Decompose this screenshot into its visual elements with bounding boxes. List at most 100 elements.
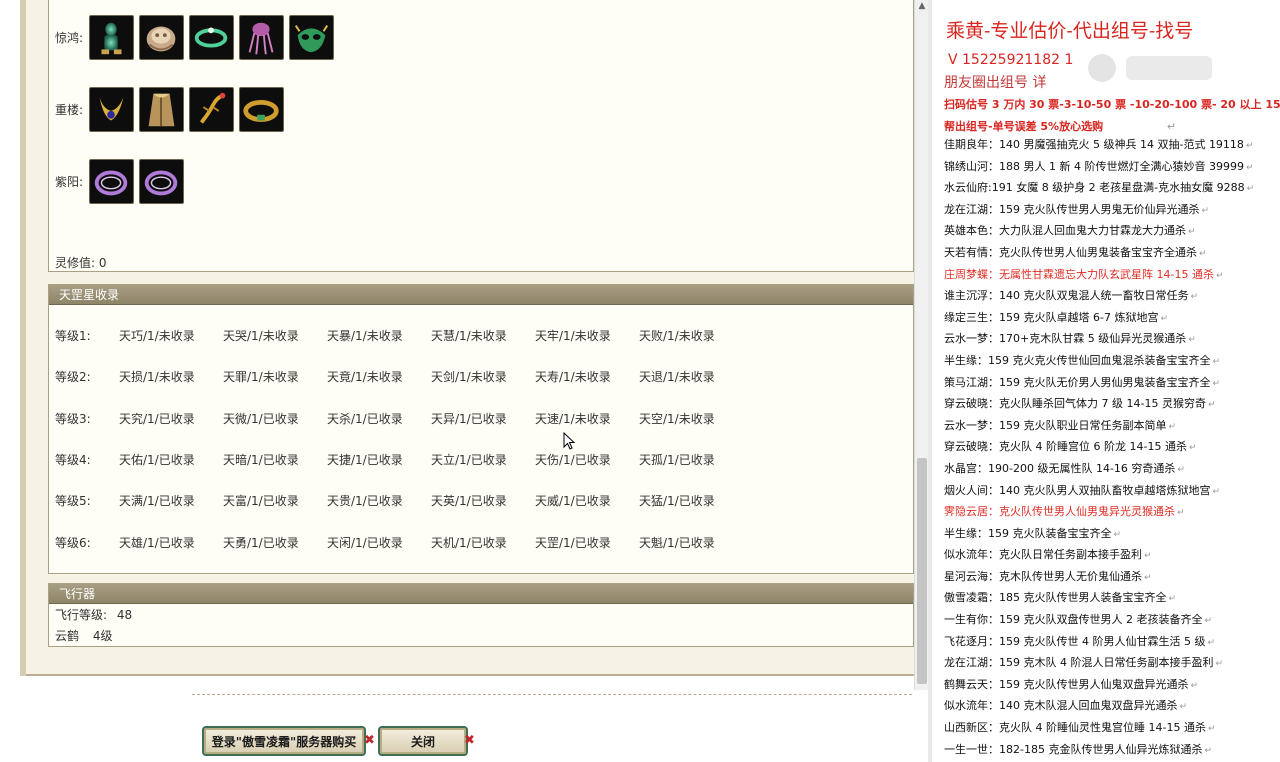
return-mark: ↵ xyxy=(1166,120,1177,133)
scroll-up-icon[interactable]: ▲ xyxy=(915,0,929,12)
account-list: 佳期良年：140 男魔强抽克火 5 级神兵 14 双抽-范式 19118 ↵ 锦绣山… xyxy=(944,134,1254,760)
tiangang-star-cell: 天罪/1/未收录 xyxy=(223,369,299,384)
list-item-text: 龙在江湖：159 克火队传世男人男鬼无价仙异光通杀 xyxy=(944,202,1200,216)
return-mark: ↵ xyxy=(1190,292,1199,303)
return-mark: ↵ xyxy=(1168,594,1177,605)
list-item-text: 鹤舞云天：159 克火队传世男人仙鬼双盘异光通杀 xyxy=(944,677,1189,691)
golden-hat-icon[interactable] xyxy=(139,14,184,60)
list-item: 半生缘：159 克火克火传世仙回血鬼混杀装备宝宝齐全 ↵ xyxy=(944,350,1254,372)
tiangang-star-cell: 天贵/1/已收录 xyxy=(327,493,403,508)
return-mark: ↵ xyxy=(1179,702,1188,713)
buy-button[interactable]: 登录"傲雪凌霜"服务器购买 xyxy=(202,726,366,756)
help-text: 帮出组号-单号误差 5%放心选购 xyxy=(944,120,1104,133)
flight-level-value: 48 xyxy=(116,608,133,622)
return-mark: ↵ xyxy=(1113,529,1122,540)
tiangang-star-cell: 天勇/1/已收录 xyxy=(223,535,299,550)
list-item-text: 山西新区：克火队 4 阶睡仙灵性鬼宫位睡 14-15 通杀 xyxy=(944,721,1206,735)
item-row-label: 重楼: xyxy=(55,102,84,117)
tiangang-row: 等级5: 天满/1/已收录 天富/1/已收录 天贵/1/已收录 天英/1/已收录 天威/1… xyxy=(55,490,743,510)
list-item: 穿云破晓：克火队 4 阶睡宫位 6 阶龙 14-15 通杀 ↵ xyxy=(944,436,1254,458)
tiangang-star-cell: 天哭/1/未收录 xyxy=(223,328,299,343)
close-button[interactable]: 关闭 xyxy=(378,726,468,756)
tiangang-level-label: 等级3: xyxy=(55,411,91,426)
tiangang-star-cell: 天微/1/已收录 xyxy=(223,411,299,426)
return-mark: ↵ xyxy=(1246,184,1255,195)
crane-value: 4级 xyxy=(92,629,113,643)
jade-figure-icon[interactable] xyxy=(89,14,134,60)
list-item: 飞花逐月：159 克火队传世 4 阶男人仙甘霖生活 5 级 ↵ xyxy=(944,631,1254,653)
list-item-text: 水云仙府:191 女魔 8 级护身 2 老孩星盘满-克水抽女魔 9288 xyxy=(944,181,1245,195)
item-row-label: 紫阳: xyxy=(55,174,84,189)
tiangang-star-cell: 天立/1/已收录 xyxy=(431,452,507,467)
list-item: 鹤舞云天：159 克火队传世男人仙鬼双盘异光通杀 ↵ xyxy=(944,674,1254,696)
lingxiu-label: 灵修值: xyxy=(55,256,96,270)
tiangang-star-cell: 天败/1/未收录 xyxy=(639,328,715,343)
flight-header: 飞行器 xyxy=(49,584,913,604)
list-item: 佳期良年：140 男魔强抽克火 5 级神兵 14 双抽-范式 19118 ↵ xyxy=(944,134,1254,156)
return-mark: ↵ xyxy=(1212,356,1221,367)
purple-bracelet-icon[interactable] xyxy=(139,158,184,204)
scroll-thumb[interactable] xyxy=(917,458,927,684)
flight-level-label: 飞行等级: xyxy=(55,608,108,622)
tiangang-star-cell: 天牢/1/未收录 xyxy=(535,328,611,343)
return-mark: ↵ xyxy=(1188,227,1196,238)
return-mark: ↵ xyxy=(1144,572,1152,583)
list-item: 天若有情：克火队传世男人仙男鬼装备宝宝齐全通杀 ↵ xyxy=(944,242,1254,264)
tiangang-star-cell: 天满/1/已收录 xyxy=(119,493,195,508)
return-mark: ↵ xyxy=(1160,313,1168,324)
list-item-text: 似水流年：140 克木队混人回血鬼双盘异光通杀 xyxy=(944,699,1178,713)
return-mark: ↵ xyxy=(1207,724,1216,735)
golden-belt-icon[interactable] xyxy=(239,86,284,132)
info-panel: 乘黄-专业估价-代出组号-找号 V 15225921182 1 朋友圈出组号 详… xyxy=(928,0,1280,762)
purple-squid-icon[interactable] xyxy=(239,14,284,60)
tiangang-star-cell: 天究/1/已收录 xyxy=(119,411,195,426)
item-row-chonglou: 重楼: xyxy=(49,86,284,132)
list-item-text: 半生缘：159 克火队装备宝宝齐全 xyxy=(944,526,1112,540)
tiangang-star-cell: 天竟/1/未收录 xyxy=(327,369,403,384)
return-mark: ↵ xyxy=(1177,464,1185,475)
purple-bracelet-icon[interactable] xyxy=(89,158,134,204)
list-item: 似水流年：克火队日常任务副本接手盈利 ↵ xyxy=(944,544,1254,566)
golden-horn-icon[interactable] xyxy=(89,86,134,132)
item-icons xyxy=(89,158,184,204)
list-item-text: 锦绣山河：188 男人 1 新 4 阶传世燃灯全满心猿妙音 39999 xyxy=(944,159,1244,173)
close-x-icon: ✖ xyxy=(364,733,375,748)
lingxiu-row: 灵修值: 0 xyxy=(55,254,107,271)
tiangang-star-cell: 天异/1/已收录 xyxy=(431,411,507,426)
tiangang-star-cell: 天寿/1/未收录 xyxy=(535,369,611,384)
list-item-text: 傲雪凌霜：185 克火队传世男人装备宝宝齐全 xyxy=(944,591,1167,605)
tiangang-star-cell: 天闲/1/已收录 xyxy=(327,535,403,550)
crane-row: 云鹤 4级 xyxy=(55,627,112,644)
jade-mask-icon[interactable] xyxy=(289,14,334,60)
help-line: 帮出组号-单号误差 5%放心选购 ↵ xyxy=(944,118,1176,134)
tiangang-star-cell: 天暴/1/未收录 xyxy=(327,328,403,343)
tiangang-star-cell: 天剑/1/未收录 xyxy=(431,369,507,384)
divider xyxy=(192,694,912,695)
tiangang-star-cell: 天威/1/已收录 xyxy=(535,493,611,508)
frame-edge xyxy=(20,0,26,676)
list-item: 霁隐云居：克火队传世男人仙男鬼异光灵猴通杀 ↵ xyxy=(944,501,1254,523)
phone-line: V 15225921182 1 xyxy=(948,52,1074,68)
list-item: 半生缘：159 克火队装备宝宝齐全 ↵ xyxy=(944,523,1254,545)
list-item: 龙在江湖：159 克木队 4 阶混人日常任务副本接手盈利 ↵ xyxy=(944,652,1254,674)
list-item: 水云仙府:191 女魔 8 级护身 2 老孩星盘满-克水抽女魔 9288 ↵ xyxy=(944,177,1254,199)
list-item-text: 烟火人间：140 克火队男人双抽队畜牧卓越塔炼狱地宫 xyxy=(944,483,1211,497)
tiangang-star-cell: 天速/1/未收录 xyxy=(535,411,611,426)
list-item: 山西新区：克火队 4 阶睡仙灵性鬼宫位睡 14-15 通杀 ↵ xyxy=(944,717,1254,739)
tiangang-star-cell: 天雄/1/已收录 xyxy=(119,535,195,550)
close-x-icon: ✖ xyxy=(464,733,475,748)
tiangang-row: 等级4: 天佑/1/已收录 天暗/1/已收录 天捷/1/已收录 天立/1/已收录 天伤/1… xyxy=(55,449,743,469)
scrollbar[interactable]: ▲ xyxy=(914,0,928,690)
jade-ring-icon[interactable] xyxy=(189,14,234,60)
bronze-cloak-icon[interactable] xyxy=(139,86,184,132)
return-mark: ↵ xyxy=(1204,745,1213,756)
equipment-box: 惊鸿: 重楼: 紫阳: 灵修值: 0 xyxy=(48,0,914,272)
return-mark: ↵ xyxy=(1245,141,1254,151)
list-item-text: 英雄本色：大力队混人回血鬼大力甘霖龙大力通杀 xyxy=(944,224,1186,238)
return-mark: ↵ xyxy=(1204,616,1213,627)
list-item-text: 水晶宫：190-200 级无属性队 14-16 穷奇通杀 xyxy=(944,461,1176,475)
return-mark: ↵ xyxy=(1207,637,1216,648)
golden-scorpion-icon[interactable] xyxy=(189,86,234,132)
tiangang-header: 天罡星收录 xyxy=(49,285,913,305)
list-item-text: 星河云海：克木队传世男人无价鬼仙通杀 xyxy=(944,569,1142,583)
